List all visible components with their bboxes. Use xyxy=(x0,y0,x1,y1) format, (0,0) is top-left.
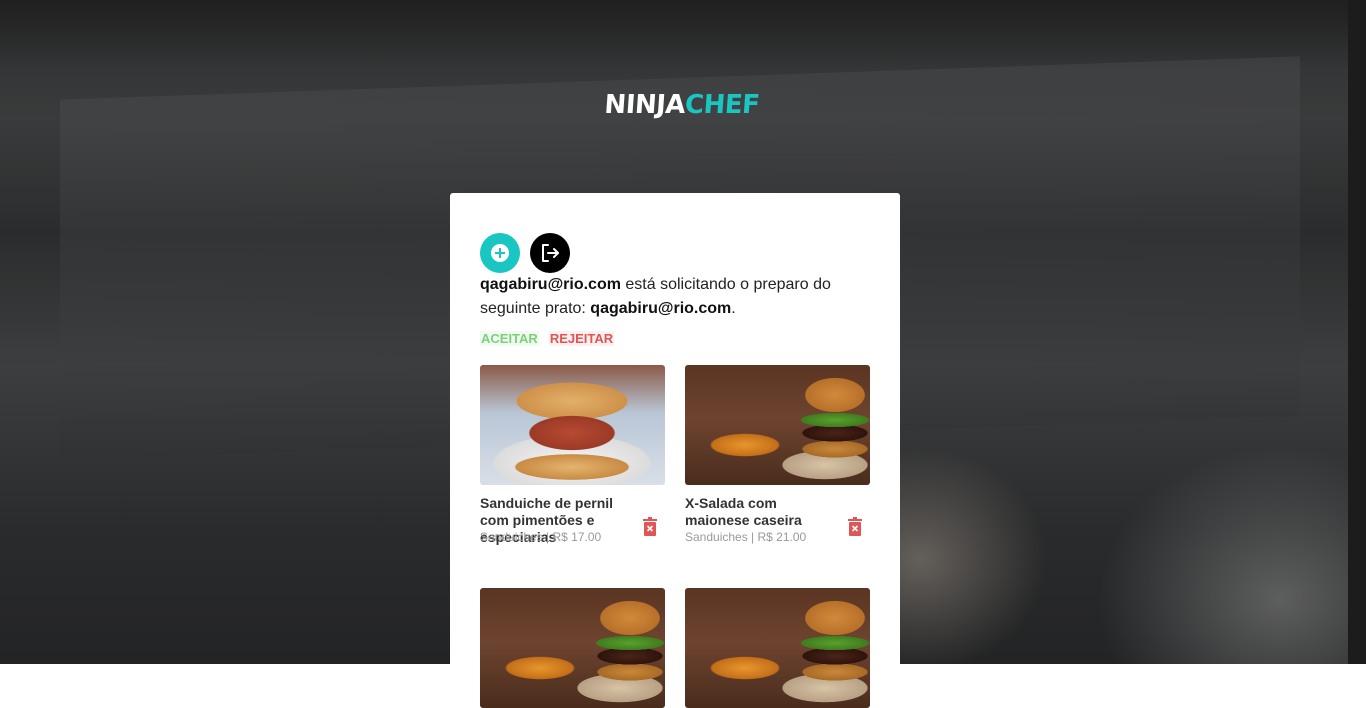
reject-button[interactable]: REJEITAR xyxy=(548,331,615,346)
ninjachef-logo: NINJACHEF xyxy=(602,90,765,134)
dish-image xyxy=(685,365,870,485)
logo-text-ninja: NINJA xyxy=(603,90,687,120)
dish-card: Sanduiche de pernil com pimentões e espe… xyxy=(480,365,665,545)
trash-icon[interactable] xyxy=(642,517,658,537)
order-request-message: qagabiru@rio.com está solicitando o prep… xyxy=(480,273,860,321)
card-actions xyxy=(480,233,570,273)
background-shadow xyxy=(0,0,1366,70)
dish-card xyxy=(480,588,665,708)
accept-button[interactable]: ACEITAR xyxy=(480,331,539,346)
plus-circle-icon xyxy=(491,244,509,262)
dish-image xyxy=(480,365,665,485)
dish-name: X-Salada com maionese caseira xyxy=(685,495,802,528)
trash-icon[interactable] xyxy=(847,517,863,537)
logout-icon xyxy=(542,244,559,262)
order-card: qagabiru@rio.com está solicitando o prep… xyxy=(450,193,900,708)
page-scrollbar-area xyxy=(1348,0,1366,664)
dish-info: Sanduiche de pernil com pimentões e espe… xyxy=(480,485,665,545)
dish-category-price: Sanduiches | R$ 17.00 xyxy=(480,530,602,544)
requester-email: qagabiru@rio.com xyxy=(480,276,621,293)
logo-text-chef: CHEF xyxy=(683,90,761,120)
dish-category-price: Sanduiches | R$ 21.00 xyxy=(685,530,807,544)
message-text-after: . xyxy=(731,300,736,317)
dish-image xyxy=(480,588,665,708)
dish-card xyxy=(685,588,870,708)
order-decision: ACEITAR REJEITAR xyxy=(480,331,615,346)
dish-image xyxy=(685,588,870,708)
logout-button[interactable] xyxy=(530,233,570,273)
dish-info: X-Salada com maionese caseira Sanduiches… xyxy=(685,485,870,544)
add-dish-button[interactable] xyxy=(480,233,520,273)
dish-card: X-Salada com maionese caseira Sanduiches… xyxy=(685,365,870,544)
requested-dish: qagabiru@rio.com xyxy=(590,300,732,317)
